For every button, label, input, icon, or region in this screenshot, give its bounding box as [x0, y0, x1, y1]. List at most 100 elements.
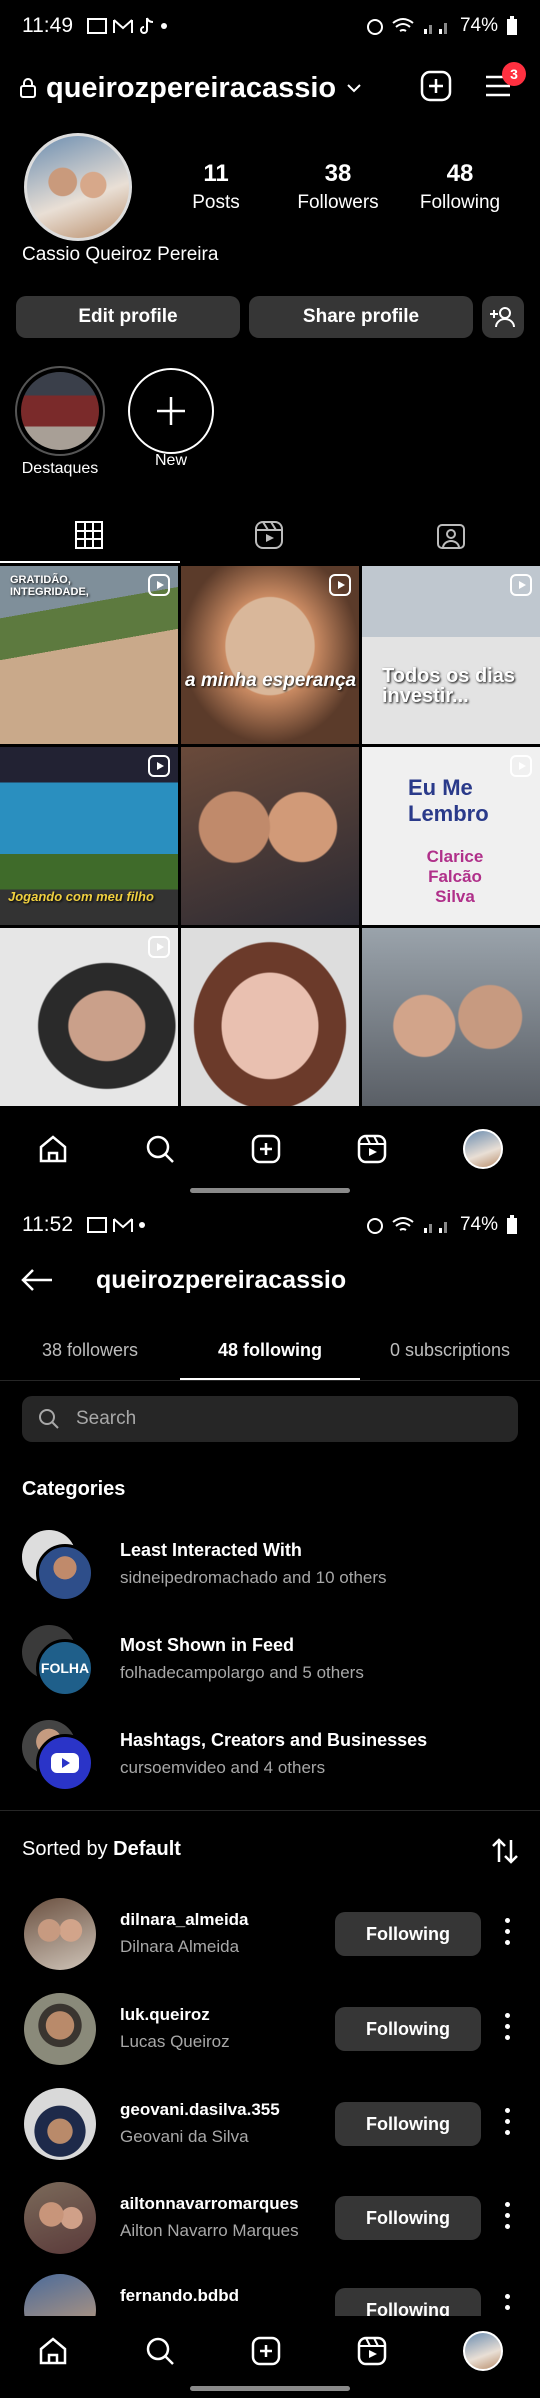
more-options-icon[interactable]: [504, 2108, 510, 2138]
alarm-icon: [366, 19, 383, 35]
create-post-icon[interactable]: [416, 66, 456, 106]
post-overlay-subtitle: Clarice Falcão Silva: [426, 847, 484, 906]
signal-icon: [423, 23, 447, 34]
post-cell[interactable]: [0, 928, 178, 1106]
add-person-icon: [490, 307, 515, 328]
new-highlight-label: New: [154, 452, 187, 469]
sort-label[interactable]: Sorted by Default: [22, 1838, 181, 1861]
avatar: [24, 2182, 96, 2254]
post-cell[interactable]: [181, 747, 359, 925]
signal-icon: [423, 1222, 447, 1233]
following-page-title: queirozpereiracassio: [96, 1265, 347, 1294]
profile-avatar[interactable]: [24, 133, 132, 241]
following-row[interactable]: dilnara_almeida Dilnara Almeida Followin…: [22, 1894, 532, 1974]
more-options-icon[interactable]: [504, 1918, 510, 1948]
more-options-icon[interactable]: [504, 2202, 510, 2232]
following-username: luk.queiroz: [120, 2005, 210, 2024]
following-button[interactable]: Following: [335, 1912, 481, 1956]
lock-icon: [20, 78, 36, 98]
following-button[interactable]: Following: [335, 2288, 481, 2318]
category-avatar-front: [36, 1544, 94, 1602]
posts-label: Posts: [192, 192, 240, 213]
following-username: geovani.dasilva.355: [120, 2100, 280, 2119]
create-icon[interactable]: [250, 2335, 282, 2367]
following-row[interactable]: geovani.dasilva.355 Geovani da Silva Fol…: [22, 2084, 532, 2164]
category-most-shown[interactable]: FOLHA Most Shown in Feed folhadecampolar…: [22, 1625, 522, 1705]
post-cell[interactable]: a minha esperança: [181, 566, 359, 744]
reel-icon: [329, 574, 351, 596]
tagged-tab-icon[interactable]: [436, 520, 466, 550]
profile-username[interactable]: queirozpereiracassio: [46, 72, 336, 105]
post-cell[interactable]: Jogando com meu filho: [0, 747, 178, 925]
cursoemvideo-logo: [36, 1734, 94, 1792]
post-cell[interactable]: Eu Me Lembro Clarice Falcão Silva: [362, 747, 540, 925]
reel-icon: [148, 936, 170, 958]
gmail-icon: [113, 1218, 133, 1232]
more-options-icon[interactable]: [504, 2013, 510, 2043]
following-button[interactable]: Following: [335, 2102, 481, 2146]
battery-icon: [507, 1215, 517, 1234]
section-divider: [0, 1810, 540, 1811]
post-overlay-text: a minha esperança: [185, 670, 357, 691]
profile-full-name: Cassio Queiroz Pereira: [22, 244, 219, 265]
category-least-interacted[interactable]: Least Interacted With sidneipedromachado…: [22, 1530, 522, 1610]
home-icon[interactable]: [37, 2335, 69, 2367]
following-row[interactable]: ailtonnavarromarques Ailton Navarro Marq…: [22, 2178, 532, 2258]
folha-logo-text: FOLHA: [40, 1660, 90, 1676]
home-indicator-2: [190, 2386, 350, 2391]
categories-title: Categories: [22, 1478, 126, 1500]
highlight-destaques-image: [21, 372, 99, 450]
post-cell[interactable]: GRATIDÃO, INTEGRIDADE,: [0, 566, 178, 744]
highlight-destaques[interactable]: [15, 366, 105, 456]
search-icon[interactable]: [144, 1133, 176, 1165]
category-title: Least Interacted With: [120, 1540, 302, 1560]
more-options-icon[interactable]: [504, 2294, 510, 2318]
menu-button[interactable]: 3: [478, 62, 526, 106]
stat-posts[interactable]: 11 Posts: [156, 160, 276, 214]
tab-following[interactable]: 48 following: [180, 1322, 360, 1378]
post-cell[interactable]: [362, 928, 540, 1106]
reels-icon[interactable]: [356, 2335, 388, 2367]
sort-order-icon[interactable]: [490, 1836, 520, 1866]
post-cell[interactable]: Todos os dias investir...: [362, 566, 540, 744]
reels-icon[interactable]: [356, 1133, 388, 1165]
grid-icon[interactable]: [74, 520, 104, 550]
chevron-down-icon[interactable]: [346, 83, 362, 93]
edit-profile-button[interactable]: Edit profile: [16, 296, 240, 338]
category-subtitle: cursoemvideo and 4 others: [120, 1758, 326, 1777]
reel-icon: [148, 755, 170, 777]
search-placeholder: Search: [76, 1408, 137, 1429]
tab-followers[interactable]: 38 followers: [0, 1322, 180, 1378]
tabs-divider: [0, 1380, 540, 1381]
following-row[interactable]: fernando.bdbd Following: [22, 2270, 532, 2318]
category-hashtags-creators[interactable]: Hashtags, Creators and Businesses cursoe…: [22, 1720, 522, 1800]
following-button[interactable]: Following: [335, 2007, 481, 2051]
reel-icon: [510, 755, 532, 777]
following-header: queirozpereiracassio: [0, 1250, 540, 1310]
home-icon[interactable]: [37, 1133, 69, 1165]
gmail-icon: [113, 19, 133, 33]
stat-followers[interactable]: 38 Followers: [278, 160, 398, 214]
battery-icon: [507, 16, 517, 35]
post-cell[interactable]: [181, 928, 359, 1106]
status-right-2: 74%: [366, 1214, 518, 1236]
search-input[interactable]: Search: [22, 1396, 518, 1442]
post-overlay-title: Eu Me Lembro: [408, 775, 489, 826]
wifi-icon: [392, 18, 414, 32]
profile-nav-avatar[interactable]: [462, 2331, 503, 2371]
tab-subscriptions[interactable]: 0 subscriptions: [360, 1322, 540, 1378]
following-name: Dilnara Almeida: [120, 1937, 240, 1956]
stat-following[interactable]: 48 Following: [400, 160, 520, 214]
search-icon: [39, 1409, 59, 1429]
back-arrow-icon[interactable]: [20, 1267, 54, 1293]
search-icon[interactable]: [144, 2335, 176, 2367]
reels-tab-icon[interactable]: [254, 520, 284, 550]
post-overlay-text: GRATIDÃO, INTEGRIDADE,: [10, 574, 89, 598]
new-highlight-button[interactable]: [128, 368, 214, 454]
following-row[interactable]: luk.queiroz Lucas Queiroz Following: [22, 1989, 532, 2069]
following-button[interactable]: Following: [335, 2196, 481, 2240]
profile-nav-avatar[interactable]: [462, 1129, 503, 1169]
discover-people-button[interactable]: [482, 296, 524, 338]
create-icon[interactable]: [250, 1133, 282, 1165]
share-profile-button[interactable]: Share profile: [249, 296, 473, 338]
